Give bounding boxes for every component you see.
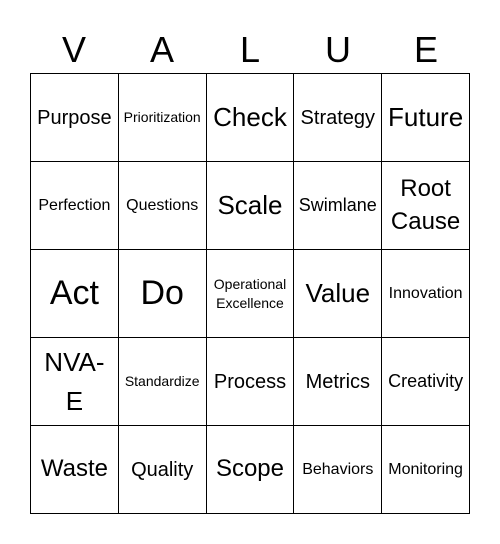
bingo-cell: Scale xyxy=(206,162,295,250)
bingo-cell: Value xyxy=(294,250,383,338)
header-letter: E xyxy=(413,29,438,70)
bingo-cell: Future xyxy=(382,74,470,162)
header-letter: U xyxy=(325,29,351,70)
bingo-cell: Behaviors xyxy=(294,426,383,514)
bingo-cell: Questions xyxy=(118,162,207,250)
bingo-header: V A L U E xyxy=(30,28,470,72)
bingo-cell: Act xyxy=(31,250,119,338)
bingo-cell: Perfection xyxy=(31,162,119,250)
bingo-cell: Monitoring xyxy=(382,426,470,514)
bingo-cell: Swimlane xyxy=(294,162,383,250)
bingo-cell: Innovation xyxy=(382,250,470,338)
bingo-cell: Do xyxy=(118,250,207,338)
bingo-cell: Root Cause xyxy=(382,162,470,250)
bingo-grid: Purpose Prioritization Check Strategy Fu… xyxy=(30,73,470,514)
bingo-cell: Purpose xyxy=(31,74,119,162)
bingo-cell: Quality xyxy=(118,426,207,514)
bingo-cell: Process xyxy=(206,338,295,426)
header-letter: L xyxy=(239,29,261,70)
bingo-cell: Strategy xyxy=(294,74,383,162)
bingo-cell: Waste xyxy=(31,426,119,514)
bingo-cell: NVA-E xyxy=(31,338,119,426)
bingo-cell: Operational Excellence xyxy=(206,250,295,338)
bingo-cell: Standardize xyxy=(118,338,207,426)
bingo-cell: Creativity xyxy=(382,338,470,426)
header-letter: A xyxy=(149,29,174,70)
bingo-cell: Prioritization xyxy=(118,74,207,162)
bingo-cell: Scope xyxy=(206,426,295,514)
bingo-cell: Metrics xyxy=(294,338,383,426)
bingo-cell: Check xyxy=(206,74,295,162)
header-letter: V xyxy=(61,29,86,70)
